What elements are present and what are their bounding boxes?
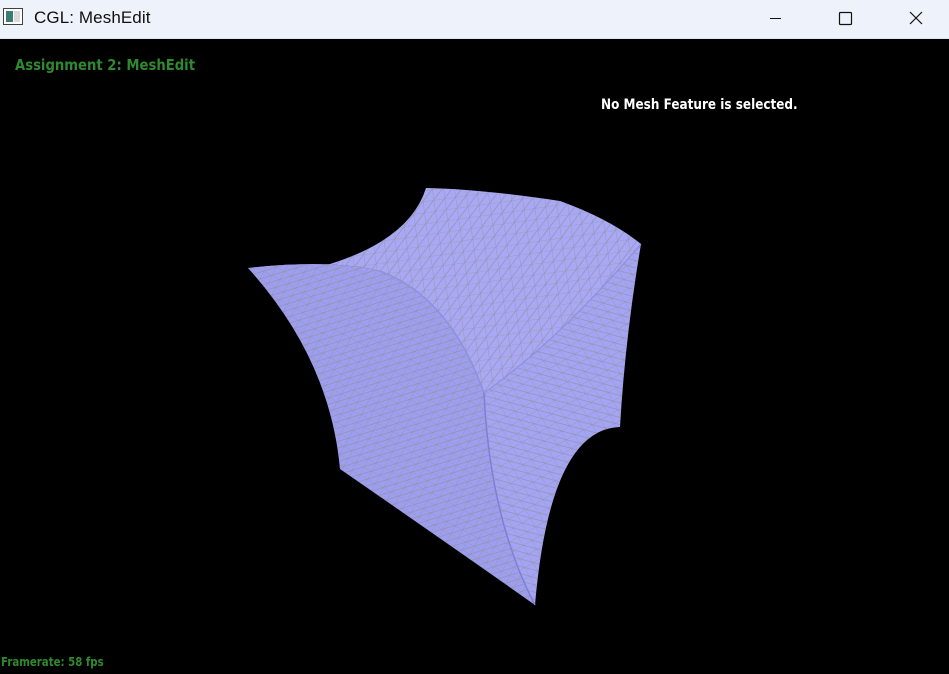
render-viewport[interactable]: Assignment 2: MeshEdit No Mesh Feature i… [0,39,949,674]
maximize-icon [838,11,853,26]
minimize-icon [770,18,781,19]
close-icon [909,11,923,25]
framerate-readout: Framerate: 58 fps [1,655,104,669]
window-title: CGL: MeshEdit [34,8,151,27]
maximize-button[interactable] [811,0,881,38]
title-bar[interactable]: CGL: MeshEdit [0,0,949,39]
app-window: CGL: MeshEdit Assignment 2: MeshEdit No … [0,0,949,674]
close-button[interactable] [881,0,949,38]
minimize-button[interactable] [741,0,811,38]
mesh-render[interactable] [0,39,949,674]
selection-status: No Mesh Feature is selected. [601,97,798,113]
app-icon [3,8,23,25]
assignment-title: Assignment 2: MeshEdit [15,56,196,74]
